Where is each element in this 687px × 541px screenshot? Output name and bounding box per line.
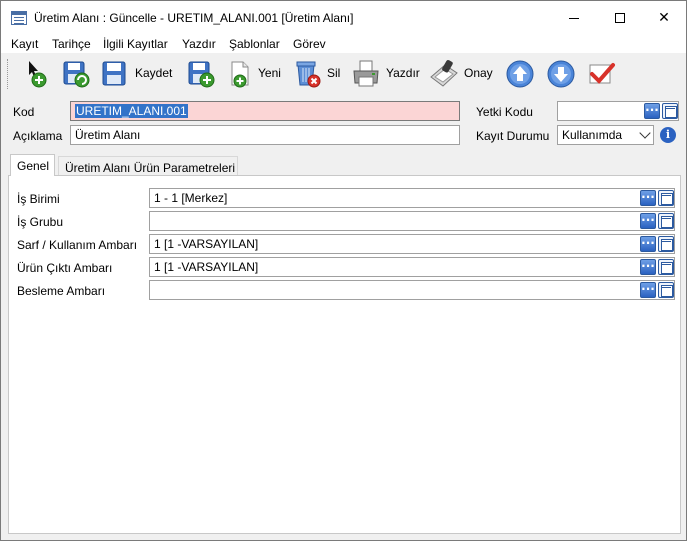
minimize-button[interactable] xyxy=(551,1,597,35)
maximize-button[interactable] xyxy=(597,1,643,35)
urun-cikti-ambari-lookup-button[interactable] xyxy=(640,256,656,275)
save-button-label[interactable]: Kaydet xyxy=(135,66,172,80)
chevron-down-icon xyxy=(639,127,651,139)
is-grubu-lookup-button[interactable] xyxy=(640,210,656,229)
yetki-kodu-label: Yetki Kodu xyxy=(476,105,533,119)
delete-button-label[interactable]: Sil xyxy=(327,66,340,80)
toolbar-grip[interactable] xyxy=(7,59,9,89)
kod-input[interactable]: URETIM_ALANI.001 xyxy=(70,101,460,121)
delete-icon[interactable] xyxy=(293,59,323,89)
sarf-kullanim-ambari-input[interactable]: 1 [1 -VARSAYILAN] xyxy=(149,234,675,254)
kayit-durumu-label: Kayıt Durumu xyxy=(476,129,550,143)
menu-sablonlar[interactable]: Şablonlar xyxy=(229,37,280,51)
minimize-icon xyxy=(569,17,579,19)
menu-tarihce[interactable]: Tarihçe xyxy=(52,37,91,51)
maximize-icon xyxy=(615,13,625,23)
yetki-kodu-lookup-button[interactable] xyxy=(644,100,660,119)
besleme-ambari-label: Besleme Ambarı xyxy=(17,284,106,298)
info-icon[interactable]: i xyxy=(660,127,676,143)
save-icon[interactable] xyxy=(100,59,130,89)
is-birimi-input[interactable]: 1 - 1 [Merkez] xyxy=(149,188,675,208)
yetki-kodu-input[interactable] xyxy=(557,101,679,121)
print-button-label[interactable]: Yazdır xyxy=(386,66,420,80)
is-grubu-form-button[interactable] xyxy=(658,213,674,229)
kod-label: Kod xyxy=(13,105,35,119)
sarf-kullanim-ambari-label: Sarf / Kullanım Ambarı xyxy=(17,238,138,252)
record-window: Üretim Alanı : Güncelle - URETIM_ALANI.0… xyxy=(0,0,687,541)
besleme-ambari-input[interactable] xyxy=(149,280,675,300)
aciklama-label: Açıklama xyxy=(13,129,63,143)
arrow-up-icon[interactable] xyxy=(505,59,535,89)
tab-genel[interactable]: Genel xyxy=(10,154,55,176)
sarf-kullanim-ambari-lookup-button[interactable] xyxy=(640,233,656,252)
aciklama-input[interactable]: Üretim Alanı xyxy=(70,125,460,145)
is-grubu-input[interactable] xyxy=(149,211,675,231)
besleme-ambari-lookup-button[interactable] xyxy=(640,279,656,298)
close-icon: ✕ xyxy=(658,10,670,26)
menu-yazdir[interactable]: Yazdır xyxy=(182,37,216,51)
yetki-kodu-form-button[interactable] xyxy=(662,103,678,119)
approve-button-label[interactable]: Onay xyxy=(464,66,493,80)
kayit-durumu-select[interactable]: Kullanımda xyxy=(557,125,654,145)
save-refresh-icon[interactable] xyxy=(61,59,91,89)
menu-bar: Kayıt Tarihçe İlgili Kayıtlar Yazdır Şab… xyxy=(1,35,686,53)
menu-ilgili-kayitlar[interactable]: İlgili Kayıtlar xyxy=(103,37,168,51)
tab-panel-genel: İş Birimi 1 - 1 [Merkez] İş Grubu Sarf /… xyxy=(8,175,681,534)
app-form-icon xyxy=(11,11,27,25)
kayit-durumu-value: Kullanımda xyxy=(562,128,623,142)
menu-gorev[interactable]: Görev xyxy=(293,37,326,51)
window-title: Üretim Alanı : Güncelle - URETIM_ALANI.0… xyxy=(34,11,354,25)
is-birimi-label: İş Birimi xyxy=(17,192,60,206)
is-birimi-lookup-button[interactable] xyxy=(640,187,656,206)
is-grubu-label: İş Grubu xyxy=(17,215,64,229)
new-document-icon[interactable] xyxy=(226,59,256,89)
besleme-ambari-form-button[interactable] xyxy=(658,282,674,298)
urun-cikti-ambari-label: Ürün Çıktı Ambarı xyxy=(17,261,113,275)
urun-cikti-ambari-form-button[interactable] xyxy=(658,259,674,275)
tab-urun-parametreleri[interactable]: Üretim Alanı Ürün Parametreleri xyxy=(58,156,238,176)
save-new-icon[interactable] xyxy=(186,59,216,89)
printer-icon[interactable] xyxy=(351,59,381,89)
approve-icon[interactable] xyxy=(429,59,459,89)
is-birimi-form-button[interactable] xyxy=(658,190,674,206)
kod-value: URETIM_ALANI.001 xyxy=(75,104,188,118)
check-icon[interactable] xyxy=(586,59,616,89)
new-record-icon[interactable] xyxy=(23,59,53,89)
close-button[interactable]: ✕ xyxy=(641,1,687,35)
menu-kayit[interactable]: Kayıt xyxy=(11,37,38,51)
toolbar: Kaydet Yeni Sil Yazdır Onay xyxy=(1,53,686,95)
sarf-kullanim-ambari-form-button[interactable] xyxy=(658,236,674,252)
title-bar: Üretim Alanı : Güncelle - URETIM_ALANI.0… xyxy=(1,1,686,35)
urun-cikti-ambari-input[interactable]: 1 [1 -VARSAYILAN] xyxy=(149,257,675,277)
new-button-label[interactable]: Yeni xyxy=(258,66,281,80)
arrow-down-icon[interactable] xyxy=(546,59,576,89)
